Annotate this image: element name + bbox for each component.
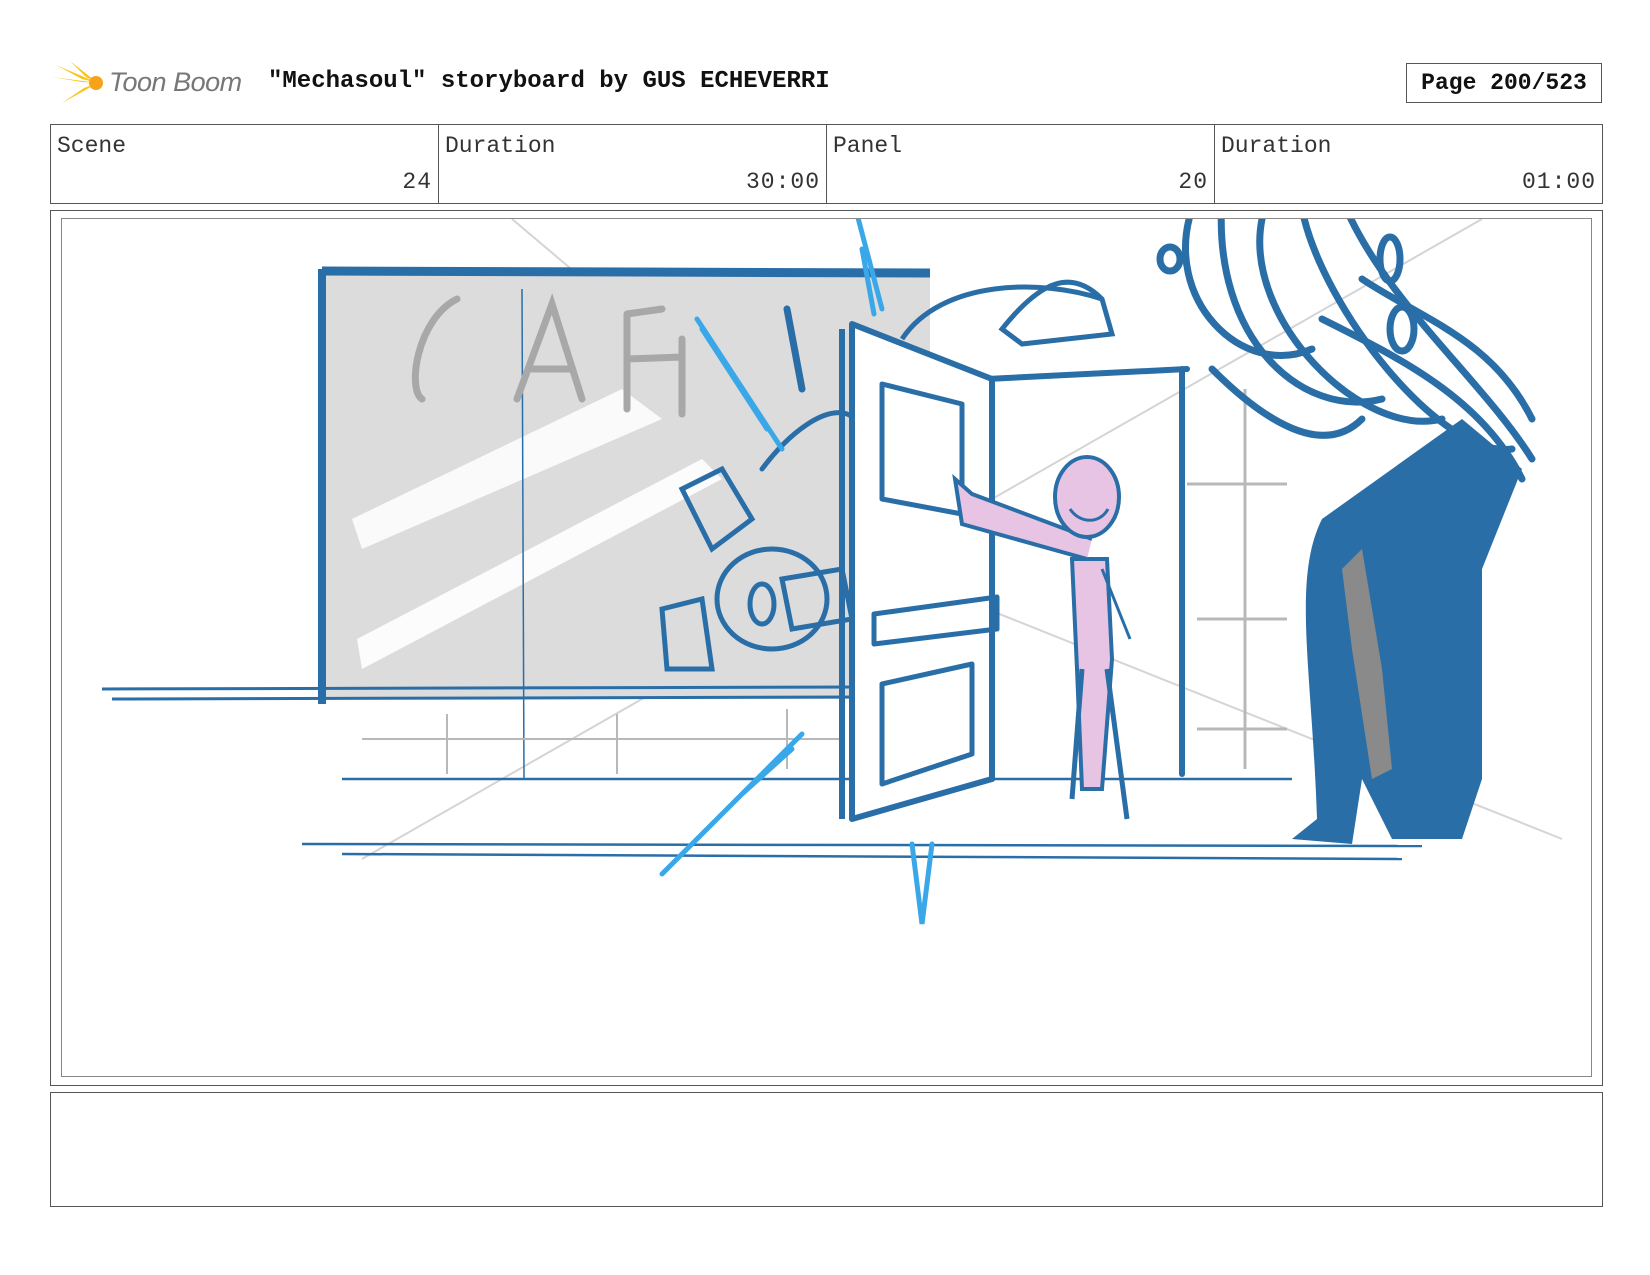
scene-duration-label: Duration (445, 133, 556, 159)
scene-value: 24 (402, 169, 432, 195)
scene-info-table: Scene 24 Duration 30:00 Panel 20 Duratio… (50, 124, 1603, 204)
storyboard-title: "Mechasoul" storyboard by GUS ECHEVERRI (268, 68, 830, 95)
cafe-window (101, 266, 931, 780)
scene-label: Scene (57, 133, 127, 159)
panel-value: 20 (1178, 169, 1208, 195)
panel-notes-box (50, 1092, 1603, 1207)
shadow-creature (1156, 219, 1536, 844)
panel-duration-label: Duration (1221, 133, 1332, 159)
page-indicator: Page 200/523 (1406, 63, 1602, 103)
page-header: Toon Boom "Mechasoul" storyboard by GUS … (52, 55, 1602, 111)
panel-cell: Panel 20 (827, 125, 1215, 203)
starburst-icon (52, 61, 103, 103)
storyboard-panel-drawing (61, 218, 1592, 1077)
scene-duration-cell: Duration 30:00 (439, 125, 827, 203)
panel-label: Panel (833, 133, 903, 159)
sketch-illustration (101, 219, 1563, 925)
scene-duration-value: 30:00 (745, 169, 820, 195)
hallway-lines (1187, 389, 1287, 769)
panel-duration-value: 01:00 (1521, 169, 1596, 195)
wall-lamp (899, 279, 1116, 347)
toon-boom-logo: Toon Boom (52, 59, 252, 107)
open-door (849, 321, 1000, 822)
logo-text: Toon Boom (109, 67, 242, 97)
panel-duration-cell: Duration 01:00 (1215, 125, 1602, 203)
scene-cell: Scene 24 (51, 125, 439, 203)
